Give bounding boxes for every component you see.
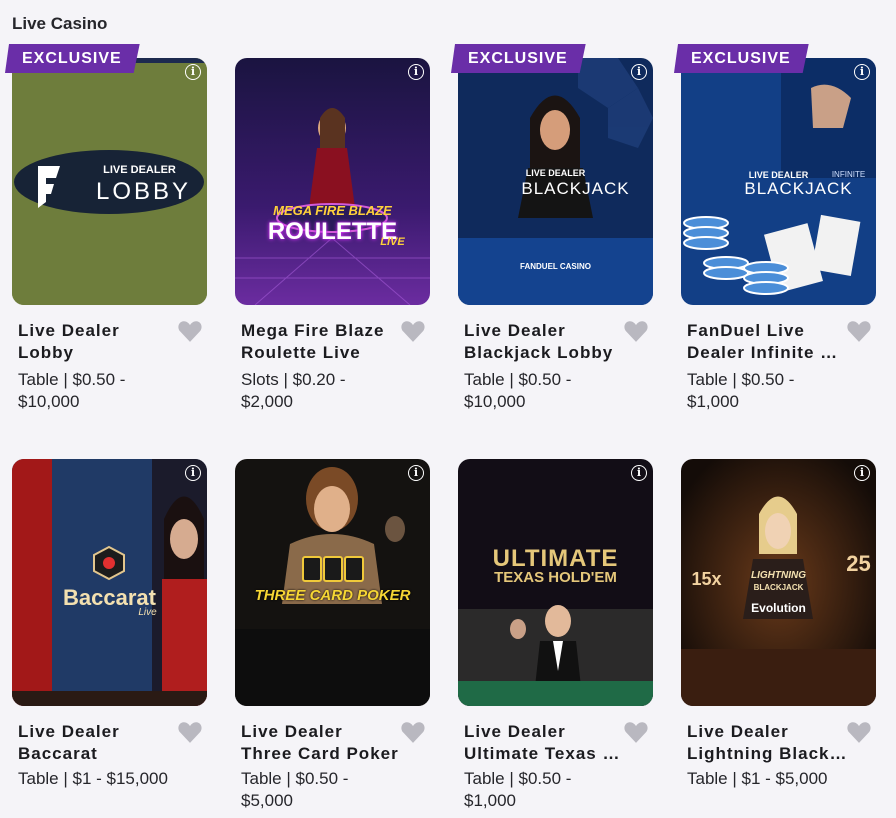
game-thumbnail[interactable]: ULTIMATE TEXAS HOLD'EM i [458, 459, 653, 706]
game-meta-line: Table | $1 - $15,000 [18, 769, 168, 788]
art-sub-text: FANDUEL CASINO [520, 262, 591, 271]
game-meta: Table | $0.50 - $1,000 [464, 768, 634, 812]
game-title-line: Roulette Live [241, 343, 361, 362]
game-thumbnail[interactable]: LIVE DEALER LOBBY i [12, 58, 207, 305]
game-thumbnail[interactable]: INFINITE LIVE DEALER BLACKJACK i [681, 58, 876, 305]
heart-icon[interactable] [623, 719, 649, 745]
game-title[interactable]: Live Dealer Lightning Blackjack [687, 721, 847, 765]
game-meta-line: $1,000 [687, 392, 739, 411]
heart-icon[interactable] [177, 318, 203, 344]
game-meta-line: Table | $0.50 - [241, 769, 349, 788]
game-title[interactable]: Live Dealer Blackjack Lobby [464, 320, 624, 364]
game-title-line: Baccarat [18, 744, 98, 763]
game-title-line: Live Dealer [18, 321, 120, 340]
info-icon[interactable]: i [408, 465, 424, 481]
exclusive-badge: EXCLUSIVE [451, 44, 586, 73]
heart-icon[interactable] [400, 719, 426, 745]
info-icon[interactable]: i [854, 465, 870, 481]
exclusive-badge: EXCLUSIVE [5, 44, 140, 73]
game-title[interactable]: Live Dealer Lobby [18, 320, 178, 364]
art-multiplier-right: 25 [846, 551, 871, 576]
game-artwork [235, 58, 430, 305]
heart-icon[interactable] [400, 318, 426, 344]
game-title-line: Live Dealer [18, 722, 120, 741]
game-meta-line: Table | $1 - $5,000 [687, 769, 828, 788]
game-meta-line: $10,000 [18, 392, 80, 411]
game-meta-line: $10,000 [464, 392, 526, 411]
game-card-live-dealer-blackjack-lobby[interactable]: EXCLUSIVE LIVE DEALER BLACKJACK FANDUEL … [458, 58, 653, 411]
info-icon[interactable]: i [408, 64, 424, 80]
info-icon[interactable]: i [631, 465, 647, 481]
game-card-ultimate-texas-holdem[interactable]: ULTIMATE TEXAS HOLD'EM i Live Dealer Ult… [458, 459, 653, 810]
game-title-line: Blackjack Lobby [464, 343, 614, 362]
art-top-text: MEGA FIRE BLAZE [273, 203, 392, 218]
art-top-text: LIVE DEALER [103, 164, 176, 176]
game-title-line: Live Dealer [464, 722, 566, 741]
heart-icon[interactable] [623, 318, 649, 344]
game-card-live-dealer-baccarat[interactable]: Baccarat Live i Live Dealer Baccarat Tab… [12, 459, 207, 788]
art-main-text: BLACKJACK [521, 179, 630, 198]
game-title-line: Lightning Blackjack [687, 744, 847, 763]
game-thumbnail[interactable]: MEGA FIRE BLAZE ROULETTE LIVE i [235, 58, 430, 305]
art-main-text: BLACKJACK [744, 179, 853, 198]
heart-icon[interactable] [846, 318, 872, 344]
game-card-three-card-poker[interactable]: THREE CARD POKER i Live Dealer Three Car… [235, 459, 430, 810]
game-title-line: FanDuel Live [687, 321, 805, 340]
info-icon[interactable]: i [631, 64, 647, 80]
game-meta: Table | $0.50 - $10,000 [464, 369, 634, 413]
game-artwork [235, 459, 430, 706]
game-meta: Table | $1 - $15,000 [18, 768, 188, 790]
art-main-text: LOBBY [95, 178, 192, 205]
game-title-line: Live Dealer [464, 321, 566, 340]
game-meta: Table | $0.50 - $10,000 [18, 369, 188, 413]
exclusive-badge: EXCLUSIVE [674, 44, 809, 73]
game-title[interactable]: Live Dealer Ultimate Texas Hold'em [464, 721, 624, 765]
game-thumbnail[interactable]: Baccarat Live i [12, 459, 207, 706]
game-meta-line: Table | $0.50 - [18, 370, 126, 389]
game-title-line: Live Dealer [241, 722, 343, 741]
heart-icon[interactable] [177, 719, 203, 745]
game-meta: Table | $0.50 - $5,000 [241, 768, 411, 812]
game-title[interactable]: Live Dealer Three Card Poker [241, 721, 401, 765]
game-title-line: Three Card Poker [241, 744, 399, 763]
game-meta: Table | $1 - $5,000 [687, 768, 857, 790]
game-meta-line: $2,000 [241, 392, 293, 411]
game-thumbnail[interactable]: LIGHTNING BLACKJACK Evolution 15x 25 i [681, 459, 876, 706]
game-card-lightning-blackjack[interactable]: LIGHTNING BLACKJACK Evolution 15x 25 i L… [681, 459, 876, 788]
game-title-line: Mega Fire Blaze [241, 321, 385, 340]
game-card-live-dealer-lobby[interactable]: EXCLUSIVE LIVE DEALER LOBBY i Live Deale… [12, 58, 207, 411]
info-icon[interactable]: i [185, 465, 201, 481]
game-thumbnail[interactable]: THREE CARD POKER i [235, 459, 430, 706]
art-sub-text: Evolution [751, 601, 806, 615]
game-meta-line: Table | $0.50 - [464, 370, 572, 389]
info-icon[interactable]: i [185, 64, 201, 80]
game-card-mega-fire-blaze-roulette[interactable]: MEGA FIRE BLAZE ROULETTE LIVE i Mega Fir… [235, 58, 430, 411]
game-meta: Slots | $0.20 - $2,000 [241, 369, 411, 413]
game-title-line: Lobby [18, 343, 74, 362]
art-sub-text: LIVE [380, 236, 405, 248]
game-title[interactable]: FanDuel Live Dealer Infinite Blackjack [687, 320, 847, 364]
section-title: Live Casino [12, 14, 108, 33]
game-title-line: Live Dealer [687, 722, 789, 741]
game-meta-line: $1,000 [464, 791, 516, 810]
game-title-line: Dealer Infinite Blackjack [687, 343, 847, 362]
game-meta-line: Slots | $0.20 - [241, 370, 346, 389]
game-meta-line: Table | $0.50 - [687, 370, 795, 389]
game-meta: Table | $0.50 - $1,000 [687, 369, 857, 413]
heart-icon[interactable] [846, 719, 872, 745]
game-card-infinite-blackjack[interactable]: EXCLUSIVE INFINITE LIVE DEALER BLACKJACK… [681, 58, 876, 411]
game-thumbnail[interactable]: LIVE DEALER BLACKJACK FANDUEL CASINO i [458, 58, 653, 305]
game-title[interactable]: Mega Fire Blaze Roulette Live [241, 320, 401, 364]
art-sub-text: TEXAS HOLD'EM [494, 569, 617, 586]
game-meta-line: Table | $0.50 - [464, 769, 572, 788]
game-title-line: Ultimate Texas Hold'em [464, 744, 624, 763]
art-top-text: LIVE DEALER [525, 168, 586, 178]
game-artwork [12, 459, 207, 706]
info-icon[interactable]: i [854, 64, 870, 80]
game-title[interactable]: Live Dealer Baccarat [18, 721, 178, 765]
game-meta-line: $5,000 [241, 791, 293, 810]
art-main-text: THREE CARD POKER [254, 587, 411, 604]
art-sub-text: Live [138, 607, 157, 618]
